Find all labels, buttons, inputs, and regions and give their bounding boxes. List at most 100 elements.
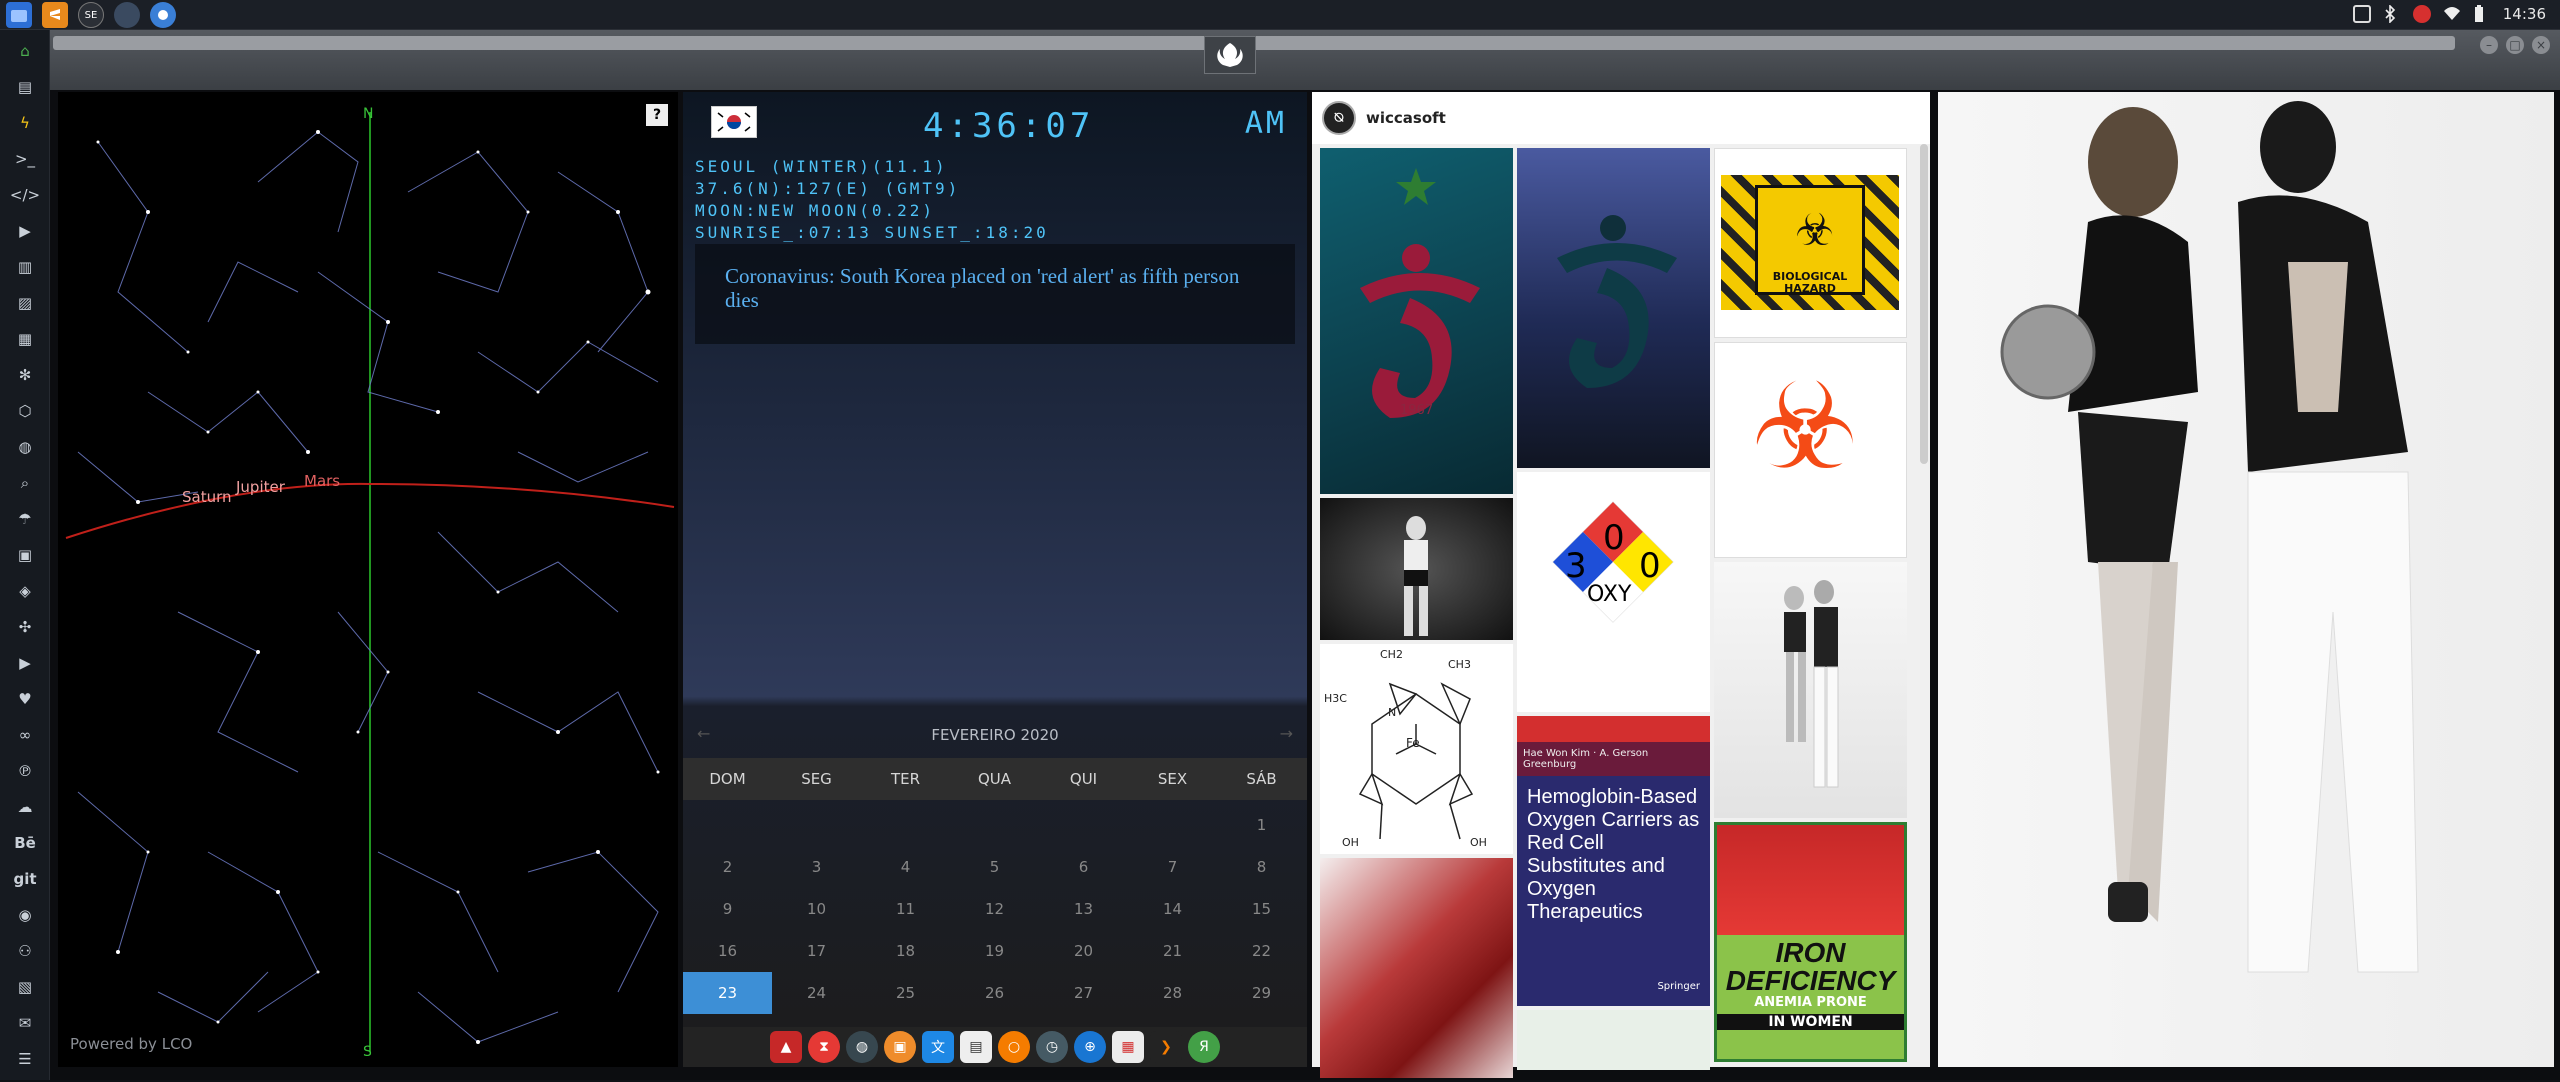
play-icon[interactable]: ▶ [12, 218, 38, 244]
fashion-photo[interactable] [1938, 92, 2554, 1067]
board-username[interactable]: wiccasoft [1366, 109, 1446, 127]
image-icon[interactable]: ▨ [12, 290, 38, 316]
board-scrollbar[interactable] [1920, 144, 1928, 464]
rebel-logo-icon[interactable] [1204, 36, 1256, 74]
calendar-day[interactable]: 26 [950, 972, 1039, 1014]
cloud-icon[interactable]: ☁ [12, 794, 38, 820]
pin-photo-tile[interactable] [1320, 498, 1513, 640]
maximize-button[interactable]: □ [2506, 36, 2524, 54]
dock-app-icon[interactable]: ▲ [770, 1031, 802, 1063]
news-reader-icon[interactable]: ▤ [960, 1031, 992, 1063]
pin-book-tile[interactable]: Hae Won Kim · A. Gerson Greenburg Hemogl… [1517, 716, 1710, 1006]
hexagon-icon[interactable]: ⬡ [12, 398, 38, 424]
lightning-icon[interactable]: ϟ [12, 110, 38, 136]
star-chart[interactable] [58, 92, 678, 1067]
mail-icon[interactable]: ✉ [12, 1010, 38, 1036]
image-viewer-icon[interactable]: ▣ [884, 1031, 916, 1063]
calendar-day[interactable]: 16 [683, 930, 772, 972]
diamond-icon[interactable]: ◈ [12, 578, 38, 604]
avatar[interactable]: ⍉ [1322, 101, 1356, 135]
calendar-day[interactable]: 25 [861, 972, 950, 1014]
git-icon[interactable]: git [12, 866, 38, 892]
web-icon[interactable]: ⊕ [1074, 1031, 1106, 1063]
contacts-icon[interactable]: ▣ [12, 542, 38, 568]
expand-icon[interactable]: ✣ [12, 614, 38, 640]
calendar-day[interactable]: 15 [1217, 888, 1306, 930]
map-icon[interactable]: ▧ [12, 974, 38, 1000]
calendar-day[interactable]: 2 [683, 846, 772, 888]
calendar-day[interactable]: 20 [1039, 930, 1128, 972]
calendar-day[interactable]: 29 [1217, 972, 1306, 1014]
battery-icon[interactable] [2473, 5, 2491, 23]
calendar-day[interactable]: 6 [1039, 846, 1128, 888]
window-titlebar[interactable]: – □ × [50, 30, 2560, 90]
calendar-day[interactable]: 27 [1039, 972, 1128, 1014]
calendar-day[interactable]: 19 [950, 930, 1039, 972]
umbrella-icon[interactable]: ☂ [12, 506, 38, 532]
search-icon[interactable]: ○ [998, 1031, 1030, 1063]
server-icon[interactable]: ☰ [12, 1046, 38, 1072]
calendar-day[interactable]: 4 [861, 846, 950, 888]
home-icon[interactable]: ⌂ [12, 38, 38, 64]
app-icon[interactable]: SE [78, 2, 104, 28]
planet-mars[interactable]: Mars [304, 472, 340, 490]
calendar-day[interactable]: 21 [1128, 930, 1217, 972]
hourglass-icon[interactable]: ⧗ [808, 1031, 840, 1063]
minimize-button[interactable]: – [2480, 36, 2498, 54]
youtube-icon[interactable]: ▶ [12, 650, 38, 676]
bluetooth-icon[interactable] [2383, 4, 2401, 24]
arrow-icon[interactable]: ❯ [1150, 1031, 1182, 1063]
pin-nfpa-tile[interactable]: 0 3 0 OXY [1517, 472, 1710, 712]
search-icon[interactable]: ⌕ [12, 470, 38, 496]
calendar-day[interactable]: 5 [950, 846, 1039, 888]
pin-logo-dark-tile[interactable] [1517, 148, 1710, 468]
calendar-day[interactable]: 13 [1039, 888, 1128, 930]
pin-blood-tile[interactable] [1320, 858, 1513, 1078]
bug-icon[interactable] [2412, 5, 2431, 23]
heart-icon[interactable]: ♥ [12, 686, 38, 712]
calendar-day[interactable]: 11 [861, 888, 950, 930]
pin-logo-tile[interactable]: 1967 [1320, 148, 1513, 494]
settings-icon[interactable] [114, 2, 140, 28]
sublime-icon[interactable] [42, 2, 68, 28]
react-icon[interactable]: ✻ [12, 362, 38, 388]
planet-jupiter[interactable]: Jupiter [236, 478, 285, 496]
calendar-icon[interactable]: ▦ [1112, 1031, 1144, 1063]
globe-icon[interactable]: ◍ [846, 1031, 878, 1063]
pin-biohazard-diagram-tile[interactable]: ☣ [1714, 342, 1907, 558]
help-button[interactable]: ? [646, 104, 668, 126]
terminal-icon[interactable]: >_ [12, 146, 38, 172]
next-month-icon[interactable]: → [1280, 724, 1293, 743]
translate-icon[interactable]: 文 [922, 1031, 954, 1063]
pinterest-icon[interactable]: ℗ [12, 758, 38, 784]
calendar-day[interactable]: 9 [683, 888, 772, 930]
calendar-day[interactable]: 22 [1217, 930, 1306, 972]
pin-diagram-tile[interactable] [1517, 1010, 1710, 1070]
pin-iron-tile[interactable]: IRON DEFICIENCY ANEMIA PRONE IN WOMEN [1714, 822, 1907, 1062]
clock-icon[interactable]: ◷ [1036, 1031, 1068, 1063]
calendar-day[interactable]: 10 [772, 888, 861, 930]
calendar-day[interactable]: 12 [950, 888, 1039, 930]
wifi-icon[interactable] [2443, 5, 2461, 23]
calendar-day[interactable]: 24 [772, 972, 861, 1014]
pin-couple-tile[interactable] [1714, 562, 1907, 818]
calendar-day[interactable]: 1 [1217, 804, 1306, 846]
yandex-icon[interactable]: Я [1188, 1031, 1220, 1063]
planet-saturn[interactable]: Saturn [182, 488, 232, 506]
globe-icon[interactable]: ◍ [12, 434, 38, 460]
clock-text[interactable]: 14:36 [2503, 5, 2546, 23]
calendar-day[interactable]: 14 [1128, 888, 1217, 930]
code-icon[interactable]: </> [10, 182, 40, 208]
calendar-day[interactable]: 17 [772, 930, 861, 972]
news-headline[interactable]: Coronavirus: South Korea placed on 'red … [695, 244, 1295, 344]
files-icon[interactable] [6, 2, 32, 28]
pin-hazard-tile[interactable]: BIOLOGICAL HAZARD ☣ [1714, 148, 1907, 338]
github-icon[interactable]: ◉ [12, 902, 38, 928]
photo-icon[interactable] [2352, 5, 2371, 23]
calendar-day[interactable]: 8 [1217, 846, 1306, 888]
infinity-icon[interactable]: ∞ [12, 722, 38, 748]
calendar-day[interactable]: 23 [683, 972, 772, 1014]
behance-icon[interactable]: Bē [12, 830, 38, 856]
calendar-day[interactable]: 28 [1128, 972, 1217, 1014]
calendar-day[interactable]: 7 [1128, 846, 1217, 888]
